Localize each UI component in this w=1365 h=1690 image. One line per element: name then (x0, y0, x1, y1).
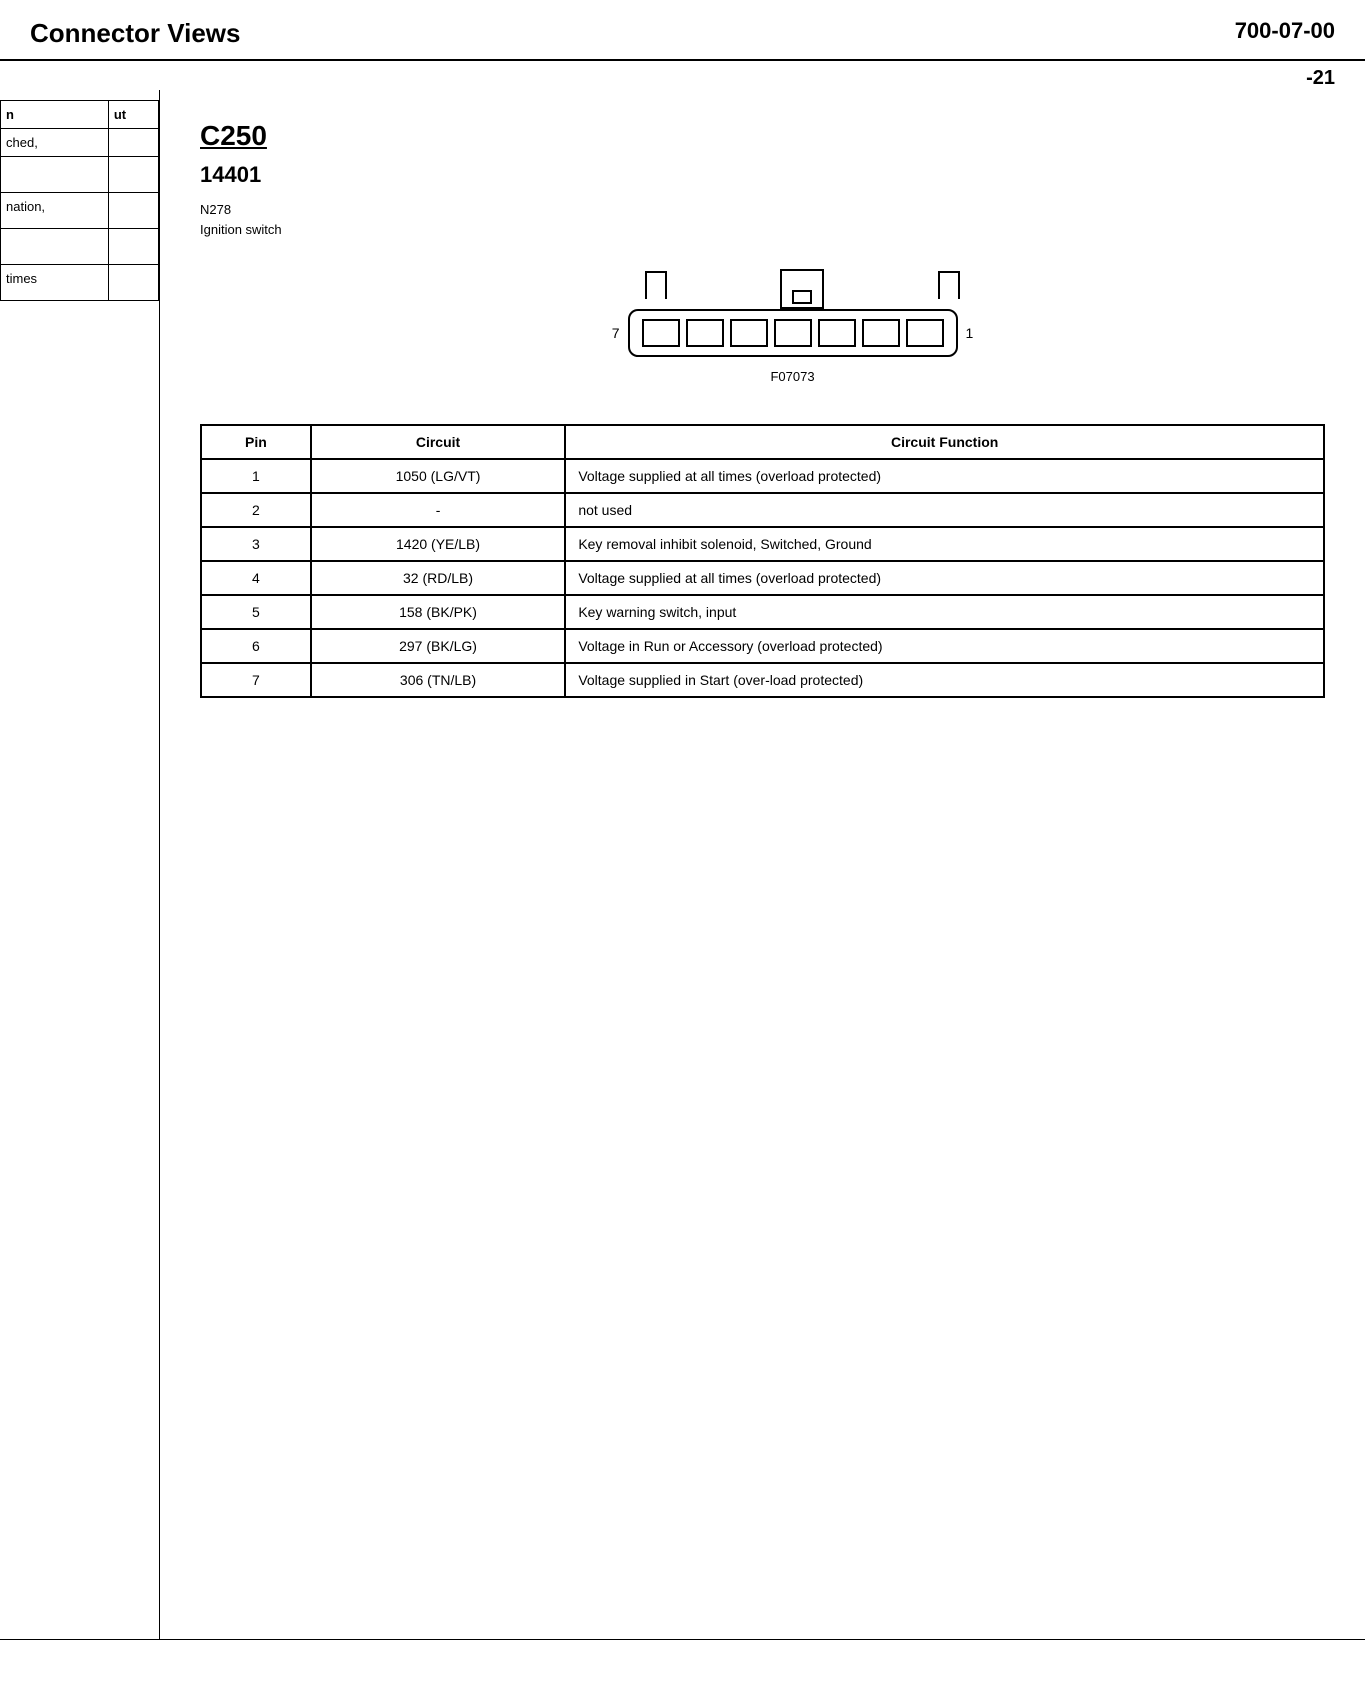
left-row5-col1: times (1, 265, 109, 301)
cell-circuit-3: 1420 (YE/LB) (311, 527, 566, 561)
pin-7 (906, 319, 944, 347)
page-sub-number: -21 (0, 61, 1365, 90)
pin-table: Pin Circuit Circuit Function 11050 (LG/V… (200, 424, 1325, 698)
table-row: 31420 (YE/LB)Key removal inhibit solenoi… (201, 527, 1324, 561)
tab-center-outer (780, 269, 824, 309)
cell-pin-4: 4 (201, 561, 311, 595)
left-row1-col1: ched, (1, 129, 109, 157)
page-header: Connector Views 700-07-00 (0, 0, 1365, 61)
cell-function-1: Voltage supplied at all times (overload … (565, 459, 1324, 493)
cell-function-3: Key removal inhibit solenoid, Switched, … (565, 527, 1324, 561)
cell-function-4: Voltage supplied at all times (overload … (565, 561, 1324, 595)
cell-pin-7: 7 (201, 663, 311, 697)
cell-circuit-6: 297 (BK/LG) (311, 629, 566, 663)
right-panel: C250 14401 N278 Ignition switch (160, 90, 1365, 1640)
left-row4-col2 (108, 229, 158, 265)
table-row: 2-not used (201, 493, 1324, 527)
left-row2-col2 (108, 157, 158, 193)
page-number: 700-07-00 (1235, 18, 1335, 44)
left-row3-col2 (108, 193, 158, 229)
connector-diagram: 7 1 F07073 (260, 269, 1325, 384)
table-row: 7306 (TN/LB)Voltage supplied in Start (o… (201, 663, 1324, 697)
cell-pin-6: 6 (201, 629, 311, 663)
cell-function-5: Key warning switch, input (565, 595, 1324, 629)
pin-label-right: 1 (966, 325, 974, 341)
pin-1 (642, 319, 680, 347)
pin-6 (862, 319, 900, 347)
page-title: Connector Views (30, 18, 240, 49)
pin-2 (686, 319, 724, 347)
tab-center-top (780, 269, 824, 287)
pin-label-left: 7 (612, 325, 620, 341)
left-row2-col1 (1, 157, 109, 193)
pin-5 (818, 319, 856, 347)
tab-right (938, 271, 960, 299)
part-number: 14401 (200, 162, 1325, 188)
cell-circuit-5: 158 (BK/PK) (311, 595, 566, 629)
table-row: 432 (RD/LB)Voltage supplied at all times… (201, 561, 1324, 595)
cell-function-7: Voltage supplied in Start (over-load pro… (565, 663, 1324, 697)
table-row: 6297 (BK/LG)Voltage in Run or Accessory … (201, 629, 1324, 663)
cell-function-6: Voltage in Run or Accessory (overload pr… (565, 629, 1324, 663)
component-line1: N278 (200, 202, 231, 217)
left-row4-col1 (1, 229, 109, 265)
tab-center-box (780, 287, 824, 309)
col-header-function: Circuit Function (565, 425, 1324, 459)
connector-body: 7 1 (612, 309, 974, 357)
table-row: 11050 (LG/VT)Voltage supplied at all tim… (201, 459, 1324, 493)
col-header-pin: Pin (201, 425, 311, 459)
connector-id: C250 (200, 120, 1325, 152)
pin-3 (730, 319, 768, 347)
pin-4 (774, 319, 812, 347)
component-line2: Ignition switch (200, 222, 282, 237)
left-col1-header: n (1, 101, 109, 129)
cell-function-2: not used (565, 493, 1324, 527)
connector-top-tabs (623, 269, 983, 309)
tab-center-inner (792, 290, 812, 304)
cell-circuit-1: 1050 (LG/VT) (311, 459, 566, 493)
left-panel: n ut ched, nation, times (0, 90, 160, 1640)
left-row1-col2 (108, 129, 158, 157)
left-col2-header: ut (108, 101, 158, 129)
cell-pin-5: 5 (201, 595, 311, 629)
left-row5-col2 (108, 265, 158, 301)
cell-pin-2: 2 (201, 493, 311, 527)
cell-circuit-2: - (311, 493, 566, 527)
cell-pin-1: 1 (201, 459, 311, 493)
cell-circuit-7: 306 (TN/LB) (311, 663, 566, 697)
component-label: N278 Ignition switch (200, 200, 1325, 239)
cell-pin-3: 3 (201, 527, 311, 561)
tab-left (645, 271, 667, 299)
cell-circuit-4: 32 (RD/LB) (311, 561, 566, 595)
figure-label: F07073 (770, 369, 814, 384)
connector-shell (628, 309, 958, 357)
left-row3-col1: nation, (1, 193, 109, 229)
table-row: 5158 (BK/PK)Key warning switch, input (201, 595, 1324, 629)
col-header-circuit: Circuit (311, 425, 566, 459)
